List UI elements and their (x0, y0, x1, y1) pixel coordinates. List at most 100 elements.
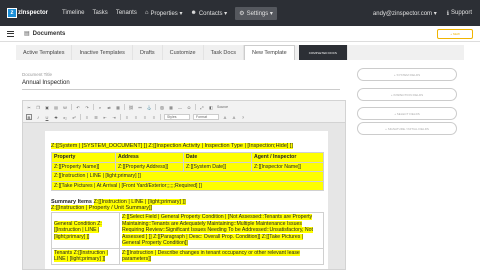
system-line: Z:[[System | [SYSTEM_DOCUMENT] ]] Z:[[In… (51, 143, 293, 149)
find-icon[interactable]: ⌕ (97, 104, 103, 110)
document-title-underline (22, 89, 340, 90)
tab-customize[interactable]: Customize (163, 45, 204, 60)
replace-icon[interactable]: ⇄ (106, 104, 112, 110)
row-value: Z:[[Instruction | Describe changes in te… (122, 249, 300, 262)
nav-timeline-label: Timeline (62, 10, 85, 16)
anchor-icon[interactable]: ⚓ (146, 104, 152, 110)
outdent-icon[interactable]: ⇤ (102, 114, 108, 120)
nav-properties[interactable]: ⌂ Properties ▾ (145, 10, 183, 17)
document-icon: ▤ (24, 31, 30, 37)
editor-toolbar: ✂ ❐ ▣ ▤ W ↶ ↷ ⌕ ⇄ ▦ ⛓ ⚯ ⚓ ▨ ▦ — Ω ⤢ ◧ So… (23, 101, 345, 123)
nav-tenants[interactable]: Tenants (116, 10, 137, 16)
document-title-label: Document Title (22, 72, 53, 77)
add-select-fields-button[interactable]: + SELECT FIELDS (357, 107, 457, 120)
cut-icon[interactable]: ✂ (26, 104, 32, 110)
bg-color-icon[interactable]: A (231, 114, 237, 120)
link-icon[interactable]: ⛓ (128, 104, 134, 110)
select-all-icon[interactable]: ▦ (115, 104, 121, 110)
horizontal-line-icon[interactable]: — (177, 104, 183, 110)
subscript-icon[interactable]: x₂ (62, 114, 68, 120)
user-menu[interactable]: andy@zinspector.com ▾ (373, 10, 437, 17)
brand[interactable]: z zInspector (7, 8, 48, 18)
table-cell: General Condition Z:[[Instruction | LINE… (51, 212, 120, 249)
source-label[interactable]: Source (217, 105, 228, 109)
tab-drafts[interactable]: Drafts (133, 45, 163, 60)
styles-dropdown[interactable]: Styles (164, 114, 190, 120)
paste-text-icon[interactable]: ▤ (53, 104, 59, 110)
paste-icon[interactable]: ▣ (44, 104, 50, 110)
users-icon: ☻ (190, 10, 197, 16)
tab-active-templates[interactable]: Active Templates (16, 45, 73, 60)
top-navbar: z zInspector Timeline Tasks Tenants ⌂ Pro… (0, 0, 480, 26)
row-label: Tenants Z:[[Instruction | LINE | [light;… (54, 249, 108, 262)
gear-icon: ⚙ (239, 10, 245, 17)
maximize-icon[interactable]: ⤢ (199, 104, 205, 110)
special-char-icon[interactable]: Ω (186, 104, 192, 110)
nav-timeline[interactable]: Timeline (62, 10, 84, 16)
bold-icon[interactable]: B (26, 114, 32, 120)
tab-task-docs[interactable]: Task Docs (204, 45, 244, 60)
nav-tasks[interactable]: Tasks (92, 10, 107, 16)
user-email: andy@zinspector.com ▾ (372, 10, 437, 17)
tab-inactive-templates[interactable]: Inactive Templates (72, 45, 133, 60)
add-signature-fields-button[interactable]: + SIGNATURE / INITIAL FIELDS (357, 122, 457, 135)
unlink-icon[interactable]: ⚯ (137, 104, 143, 110)
table-header: Date (183, 152, 252, 163)
table-cell: Z:[[Take Pictures | At Arrival | [Front … (51, 180, 324, 191)
summary-table: General Condition Z:[[Instruction | LINE… (51, 212, 324, 265)
add-system-fields-button[interactable]: + SYSTEM FIELDS (357, 68, 457, 81)
format-dropdown[interactable]: Format (193, 114, 219, 120)
undo-icon[interactable]: ↶ (75, 104, 81, 110)
support-link[interactable]: ℹ Support (447, 10, 472, 17)
bullet-list-icon[interactable]: ☰ (93, 114, 99, 120)
italic-icon[interactable]: I (35, 114, 41, 120)
indent-icon[interactable]: ⇥ (111, 114, 117, 120)
property-table: Property Address Date Agent / Inspector … (51, 152, 324, 191)
align-left-icon[interactable]: ≡ (124, 114, 130, 120)
paste-word-icon[interactable]: W (62, 104, 68, 110)
table-cell: Z:[[Inspector Name]] (251, 161, 324, 172)
numbered-list-icon[interactable]: ≡ (84, 114, 90, 120)
nav-tenants-label: Tenants (115, 10, 137, 16)
page-title: Documents (32, 30, 66, 37)
rich-text-editor: ✂ ❐ ▣ ▤ W ↶ ↷ ⌕ ⇄ ▦ ⛓ ⚯ ⚓ ▨ ▦ — Ω ⤢ ◧ So… (22, 100, 346, 270)
brand-name: zInspector (18, 10, 49, 16)
text-color-icon[interactable]: A (222, 114, 228, 120)
image-icon[interactable]: ▨ (159, 104, 165, 110)
superscript-icon[interactable]: x² (71, 114, 77, 120)
source-icon[interactable]: ◧ (208, 104, 214, 110)
nav-settings[interactable]: ⚙ Settings ▾ (235, 6, 277, 20)
editor-content[interactable]: Z:[[System | [SYSTEM_DOCUMENT] ]] Z:[[In… (51, 143, 324, 265)
add-inspection-fields-button[interactable]: + INSPECTION FIELDS (357, 88, 457, 101)
align-center-icon[interactable]: ≡ (133, 114, 139, 120)
nav-settings-label: Settings ▾ (246, 10, 273, 17)
align-justify-icon[interactable]: ≡ (151, 114, 157, 120)
new-button[interactable]: + NEW (437, 29, 473, 39)
tab-completed-docs[interactable]: COMPLETED DOCS (298, 45, 348, 60)
row-label: General Condition Z:[[Instruction | LINE… (54, 220, 102, 240)
align-right-icon[interactable]: ≡ (142, 114, 148, 120)
underline-icon[interactable]: U (44, 114, 50, 120)
table-icon[interactable]: ▦ (168, 104, 174, 110)
document-tabs: Active Templates Inactive Templates Draf… (16, 45, 464, 60)
support-label: Support (450, 10, 472, 16)
hamburger-menu-icon[interactable] (7, 30, 14, 37)
nav-properties-label: Properties ▾ (150, 10, 183, 17)
summary-line: Z:[[Instruction | Property / Unit Summar… (51, 205, 153, 211)
tab-new-template[interactable]: New Template (243, 45, 295, 60)
copy-icon[interactable]: ❐ (35, 104, 41, 110)
brand-logo-icon: z (7, 8, 17, 18)
strike-icon[interactable]: S (53, 114, 59, 120)
editor-page[interactable]: Z:[[System | [SYSTEM_DOCUMENT] ]] Z:[[In… (45, 131, 328, 269)
nav-contacts[interactable]: ☻ Contacts ▾ (190, 10, 227, 17)
table-cell: Z:[[System Date]] (183, 161, 252, 172)
document-title-input[interactable]: Annual Inspection (22, 80, 70, 86)
redo-icon[interactable]: ↷ (84, 104, 90, 110)
table-header: Address (115, 152, 184, 163)
table-cell: Z:[[Property Address]] (115, 161, 184, 172)
table-cell: Z:[[Instruction | Describe changes in te… (119, 247, 324, 265)
table-header: Agent / Inspector (251, 152, 324, 163)
nav-tasks-label: Tasks (92, 10, 108, 16)
row-value: Z:[[Select Field | General Property Cond… (122, 214, 313, 246)
help-icon[interactable]: ? (240, 114, 246, 120)
